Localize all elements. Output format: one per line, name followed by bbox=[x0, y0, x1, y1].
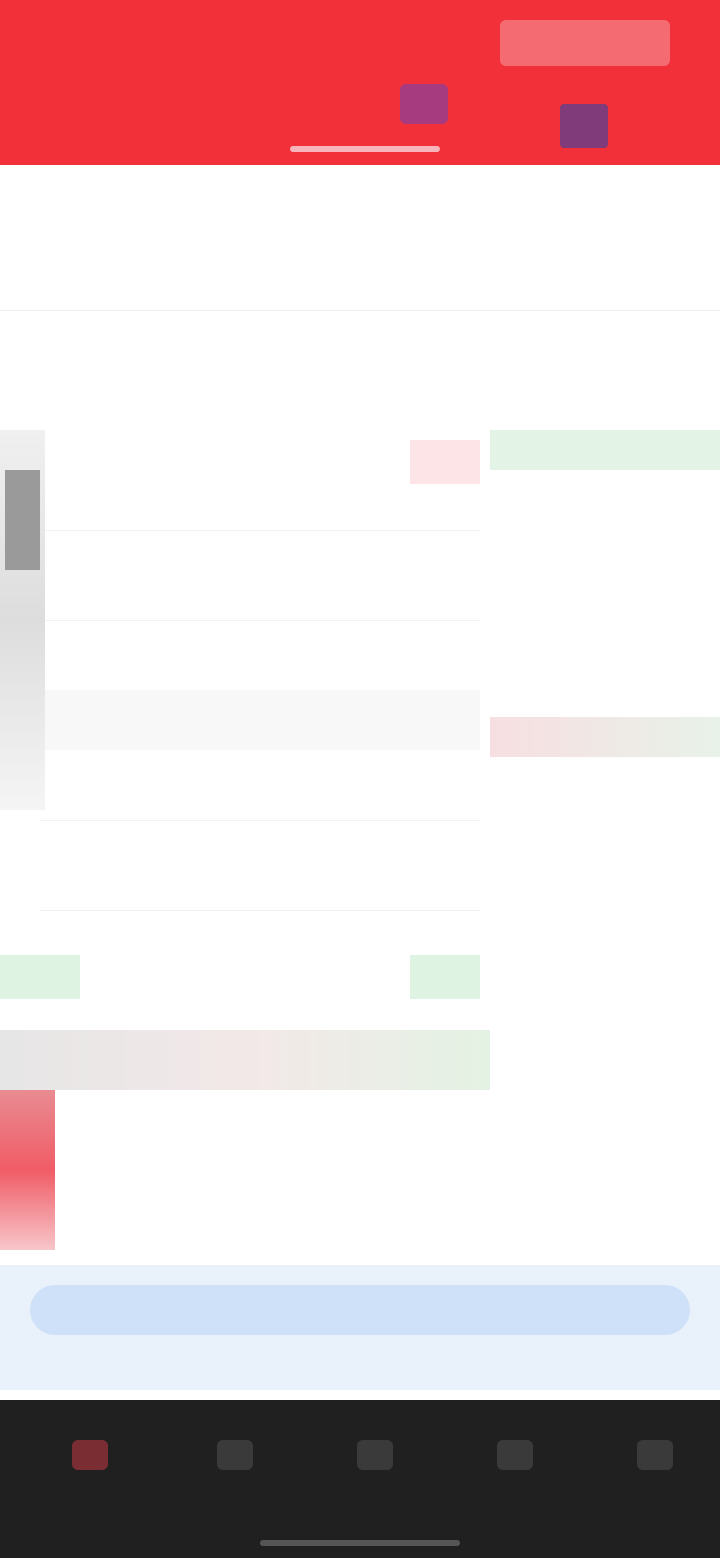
order-book-row[interactable] bbox=[490, 799, 720, 839]
order-book bbox=[490, 430, 720, 1270]
nav-item-market[interactable] bbox=[175, 1440, 295, 1510]
chart-gridline bbox=[40, 910, 480, 911]
info-cell-7[interactable] bbox=[620, 345, 710, 395]
info-cell-1[interactable] bbox=[5, 345, 95, 395]
order-book-row[interactable] bbox=[490, 1004, 720, 1044]
order-book-row[interactable] bbox=[490, 1168, 720, 1208]
chart-candle bbox=[5, 470, 40, 570]
order-book-row[interactable] bbox=[490, 1127, 720, 1167]
chart-axis-low-tag bbox=[0, 955, 80, 999]
info-cell-3[interactable] bbox=[210, 345, 300, 395]
chart-gridline bbox=[40, 530, 480, 531]
nav-item-trade[interactable] bbox=[315, 1440, 435, 1510]
chart-section-label bbox=[110, 395, 380, 435]
quote-change bbox=[10, 256, 160, 286]
order-book-row[interactable] bbox=[490, 1209, 720, 1249]
tab-badge-icon bbox=[400, 84, 448, 124]
chart-midline-band bbox=[40, 690, 480, 750]
order-book-row[interactable] bbox=[490, 512, 720, 552]
tab-1[interactable] bbox=[30, 102, 130, 142]
market-icon bbox=[217, 1440, 253, 1470]
order-book-row[interactable] bbox=[490, 840, 720, 880]
order-book-row[interactable] bbox=[490, 1045, 720, 1085]
header-title bbox=[40, 18, 210, 66]
order-book-row[interactable] bbox=[490, 676, 720, 716]
trade-icon bbox=[357, 1440, 393, 1470]
tab-2[interactable] bbox=[180, 102, 280, 142]
quote-price bbox=[10, 206, 160, 246]
chart-time-label bbox=[220, 990, 290, 1014]
chart-low-tag bbox=[410, 955, 480, 999]
nav-item-news[interactable] bbox=[455, 1440, 575, 1510]
news-icon bbox=[497, 1440, 533, 1470]
volume-strip-text bbox=[10, 1040, 470, 1080]
profile-icon bbox=[637, 1440, 673, 1470]
order-book-row[interactable] bbox=[490, 553, 720, 593]
chart-high-tag bbox=[410, 440, 480, 484]
home-icon bbox=[72, 1440, 108, 1470]
order-book-row[interactable] bbox=[490, 922, 720, 962]
tab-5-icon[interactable] bbox=[560, 104, 608, 148]
info-cell-4[interactable] bbox=[310, 345, 400, 395]
active-tab-underline bbox=[290, 146, 440, 152]
tab-4[interactable] bbox=[460, 102, 550, 142]
order-book-row[interactable] bbox=[490, 430, 720, 470]
nav-item-profile[interactable] bbox=[595, 1440, 715, 1510]
chart-gridline bbox=[40, 820, 480, 821]
tab-5[interactable] bbox=[620, 102, 710, 142]
volume-bar-red bbox=[0, 1090, 55, 1250]
order-book-row[interactable] bbox=[490, 1086, 720, 1126]
order-book-row[interactable] bbox=[490, 594, 720, 634]
order-book-row[interactable] bbox=[490, 758, 720, 798]
header-action-button[interactable] bbox=[500, 20, 670, 66]
order-book-row[interactable] bbox=[490, 635, 720, 675]
order-book-row[interactable] bbox=[490, 717, 720, 757]
order-book-row[interactable] bbox=[490, 963, 720, 1003]
order-book-row[interactable] bbox=[490, 471, 720, 511]
nav-item-home[interactable] bbox=[30, 1440, 150, 1510]
info-cell-6[interactable] bbox=[510, 345, 600, 395]
info-cell-2[interactable] bbox=[110, 345, 200, 395]
promo-button[interactable] bbox=[30, 1285, 690, 1335]
order-book-row[interactable] bbox=[490, 881, 720, 921]
chart-gridline bbox=[40, 620, 480, 621]
home-indicator[interactable] bbox=[260, 1540, 460, 1546]
info-cell-5[interactable] bbox=[410, 345, 500, 395]
